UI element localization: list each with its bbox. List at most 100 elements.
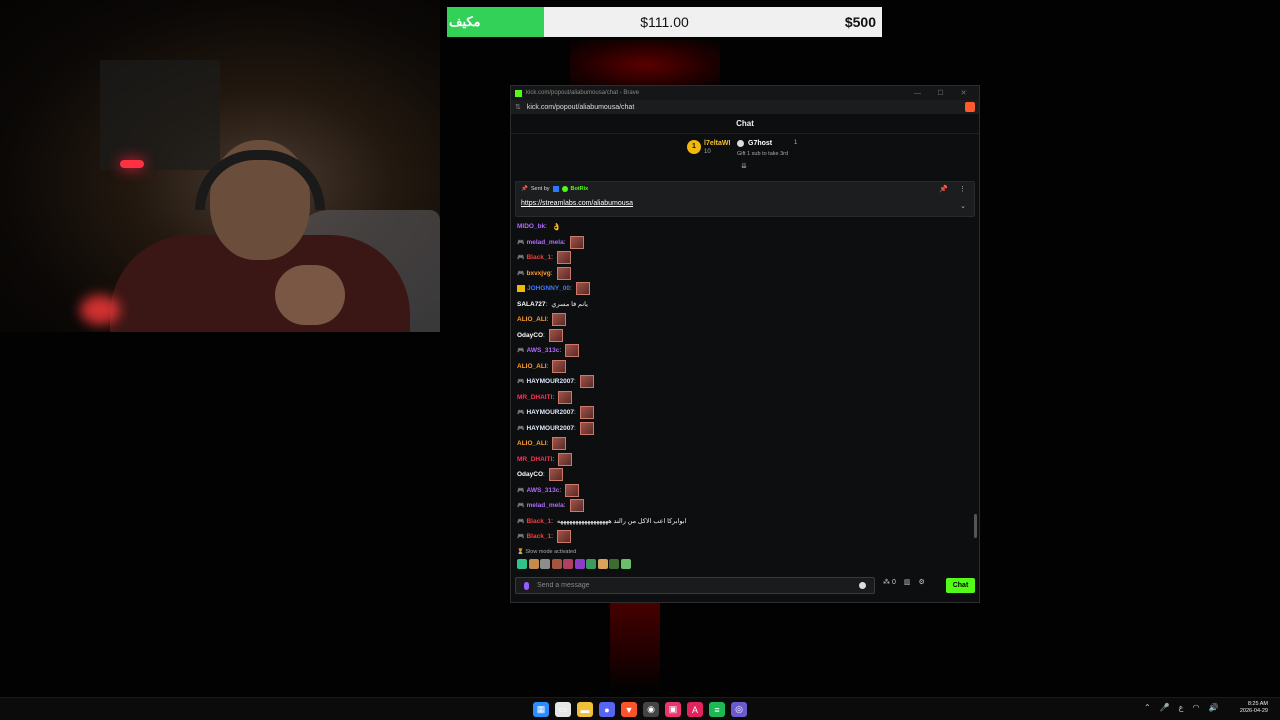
chat-emote-image[interactable] bbox=[552, 313, 567, 327]
maximize-button[interactable]: ☐ bbox=[929, 89, 952, 97]
chat-emote-image[interactable] bbox=[569, 235, 584, 249]
quick-emote[interactable] bbox=[609, 559, 619, 569]
adobe-icon[interactable]: A bbox=[687, 702, 703, 717]
streamer-hand bbox=[275, 265, 345, 325]
url-text[interactable]: kick.com/popout/aliabumousa/chat bbox=[527, 104, 965, 111]
chat-username[interactable]: AWS_313c bbox=[526, 487, 559, 494]
chat-username[interactable]: JOHGNNY_00 bbox=[527, 285, 570, 292]
chat-username[interactable]: MIDO_bk bbox=[517, 223, 545, 230]
chat-username[interactable]: ALIO_ALI bbox=[517, 440, 547, 447]
chat-emote-image[interactable] bbox=[556, 530, 571, 544]
chat-emote-image[interactable] bbox=[552, 437, 567, 451]
discord-icon[interactable]: ● bbox=[599, 702, 615, 717]
chat-username[interactable]: HAYMOUR2007 bbox=[526, 425, 573, 432]
chat-username[interactable]: melad_mela bbox=[526, 239, 563, 246]
mic-icon[interactable] bbox=[524, 581, 529, 590]
username-separator: : bbox=[552, 455, 555, 463]
quick-emote[interactable] bbox=[563, 559, 573, 569]
brave-icon[interactable]: ▼ bbox=[621, 702, 637, 717]
chat-message: ALIO_ALI: bbox=[517, 436, 957, 452]
pinned-link[interactable]: https://streamlabs.com/aliabumousa bbox=[521, 200, 633, 207]
chat-emote-image[interactable] bbox=[565, 344, 580, 358]
chat-emote-image[interactable] bbox=[548, 328, 563, 342]
spotify-icon[interactable]: ≡ bbox=[709, 702, 725, 717]
chat-username[interactable]: OdayCO bbox=[517, 471, 543, 478]
chat-username[interactable]: ALIO_ALI bbox=[517, 316, 547, 323]
chat-emote-image[interactable] bbox=[552, 359, 567, 373]
minimize-button[interactable]: — bbox=[906, 90, 929, 97]
chevron-up-icon[interactable]: ⌃ bbox=[1144, 703, 1151, 712]
chat-message-text: ابوابركا اعب الاكل من رالند هههههههههههه… bbox=[556, 518, 687, 526]
chat-emote-image[interactable] bbox=[579, 375, 594, 389]
obs-icon[interactable]: ◎ bbox=[731, 702, 747, 717]
chat-emote-image[interactable] bbox=[558, 452, 573, 466]
message-input-box[interactable] bbox=[515, 577, 875, 594]
quick-emote[interactable] bbox=[597, 559, 608, 569]
more-options-icon[interactable]: ⋮ bbox=[959, 185, 966, 193]
quick-emote[interactable] bbox=[551, 559, 562, 569]
shop-icon[interactable]: ▥ bbox=[904, 578, 911, 586]
chat-emote-image[interactable] bbox=[556, 251, 571, 265]
chat-username[interactable]: SALA727 bbox=[517, 301, 546, 308]
system-tray: ⌃ 🎤 ع ◠ 🔊 bbox=[1144, 703, 1218, 712]
quick-emote[interactable] bbox=[540, 559, 550, 569]
chat-username[interactable]: Black_1 bbox=[526, 518, 551, 525]
chat-emote-image[interactable] bbox=[556, 266, 571, 280]
chat-username[interactable]: bxvxjvg bbox=[526, 270, 550, 277]
system-clock[interactable]: 8:25 AM 2026-04-29 bbox=[1240, 701, 1268, 715]
chat-emote-image[interactable] bbox=[558, 390, 573, 404]
chat-emote-image[interactable] bbox=[579, 406, 594, 420]
site-info-icon[interactable]: ⇅ bbox=[515, 103, 521, 111]
chat-emote-image[interactable] bbox=[575, 282, 590, 296]
user-badge-icon: 🎮 bbox=[517, 255, 525, 262]
chat-emote-image[interactable] bbox=[569, 499, 584, 513]
window-titlebar[interactable]: kick.com/popout/aliabumousa/chat - Brave… bbox=[511, 86, 979, 100]
chat-username[interactable]: OdayCO bbox=[517, 332, 543, 339]
quick-emote[interactable] bbox=[574, 559, 585, 569]
file-icon[interactable]: ▭ bbox=[555, 702, 571, 717]
chat-username[interactable]: Black_1 bbox=[526, 254, 551, 261]
username-separator: : bbox=[546, 316, 549, 324]
expand-leaderboard-icon[interactable]: ⇊ bbox=[741, 162, 747, 170]
folder-icon[interactable]: ▬ bbox=[577, 702, 593, 717]
chat-scrollbar[interactable] bbox=[974, 514, 977, 538]
brave-shields-icon[interactable] bbox=[965, 102, 975, 112]
close-button[interactable]: ✕ bbox=[952, 89, 975, 97]
unpin-icon[interactable]: 📌 bbox=[939, 185, 948, 193]
chat-username[interactable]: HAYMOUR2007 bbox=[526, 378, 573, 385]
wifi-icon[interactable]: ◠ bbox=[1192, 703, 1199, 712]
gift-sub-prompt[interactable]: Gift 1 sub to take 3rd bbox=[737, 151, 788, 157]
channel-points[interactable]: ⁂ 0 bbox=[883, 578, 896, 586]
chat-username[interactable]: melad_mela bbox=[526, 502, 563, 509]
chat-emote-image[interactable] bbox=[579, 421, 594, 435]
leader-first-name[interactable]: l7eltaWI bbox=[704, 140, 730, 147]
chrome-icon[interactable]: ◉ bbox=[643, 702, 659, 717]
leader-second-name[interactable]: G7host bbox=[748, 140, 772, 147]
address-bar[interactable]: ⇅ kick.com/popout/aliabumousa/chat bbox=[511, 100, 979, 114]
chat-username[interactable]: AWS_313c bbox=[526, 347, 559, 354]
mic-tray-icon[interactable]: 🎤 bbox=[1160, 703, 1170, 712]
message-input[interactable] bbox=[537, 582, 859, 589]
volume-icon[interactable]: 🔊 bbox=[1208, 703, 1218, 712]
emoji-picker-icon[interactable] bbox=[859, 582, 866, 589]
chat-username[interactable]: HAYMOUR2007 bbox=[526, 409, 573, 416]
chat-username[interactable]: Black_1 bbox=[526, 533, 551, 540]
pinned-bot-name[interactable]: BotRix bbox=[571, 186, 589, 192]
slow-mode-icon: ⏳ bbox=[517, 549, 524, 555]
settings-gear-icon[interactable]: ⚙ bbox=[918, 578, 924, 586]
quick-emote[interactable] bbox=[517, 559, 527, 569]
chat-username[interactable]: MR_DHAITI bbox=[517, 456, 552, 463]
windows-start-icon[interactable]: ▦ bbox=[533, 702, 549, 717]
chat-username[interactable]: MR_DHAITI bbox=[517, 394, 552, 401]
chat-emote-image[interactable] bbox=[565, 483, 580, 497]
quick-emote[interactable] bbox=[528, 559, 539, 569]
wall-shelf bbox=[100, 60, 220, 170]
chat-emote-image[interactable] bbox=[548, 468, 563, 482]
app-icon[interactable]: ▣ bbox=[665, 702, 681, 717]
quick-emote[interactable] bbox=[620, 559, 631, 569]
language-indicator[interactable]: ع bbox=[1179, 703, 1184, 712]
send-chat-button[interactable]: Chat bbox=[946, 578, 975, 593]
quick-emote[interactable] bbox=[586, 559, 596, 569]
chevron-down-icon[interactable]: ⌄ bbox=[960, 202, 966, 210]
chat-username[interactable]: ALIO_ALI bbox=[517, 363, 547, 370]
